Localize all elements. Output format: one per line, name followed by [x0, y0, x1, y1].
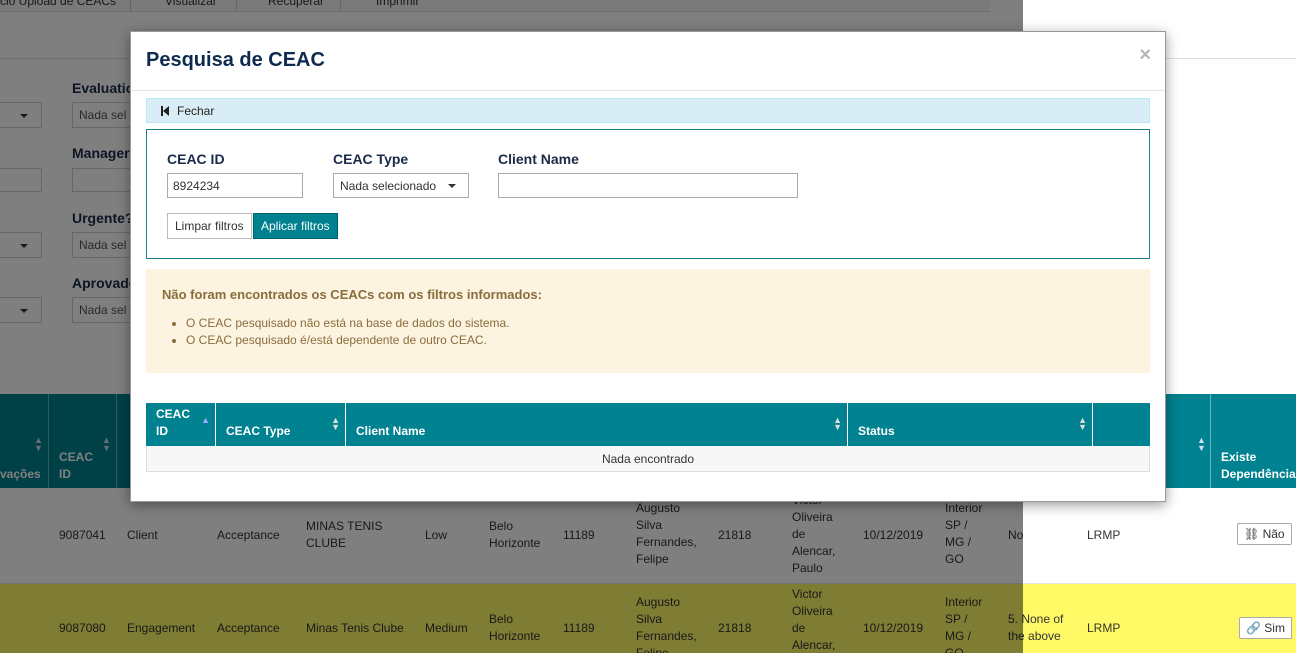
warning-title: Não foram encontrados os CEACs com os fi…	[162, 287, 542, 302]
ceac-type-label: CEAC Type	[333, 151, 409, 167]
dependency-label: Sim	[1264, 621, 1285, 635]
th-label: CEAC ID	[156, 407, 191, 438]
cell-team: LRMP	[1087, 528, 1121, 542]
sort-icon: ▲▼	[331, 415, 340, 432]
fechar-button[interactable]: Fechar	[146, 98, 1150, 123]
results-table: CEAC ID ▲ CEAC Type ▲ ▼ Client Name ▲ ▼ St…	[146, 403, 1150, 472]
unlink-icon: ⛓	[1244, 527, 1260, 541]
warning-item: O CEAC pesquisado é/está dependente de o…	[186, 332, 510, 349]
sort-icon: ▲▼	[1197, 435, 1206, 453]
chevron-down-icon	[448, 184, 456, 188]
sort-icon: ▲▼	[833, 415, 842, 432]
apply-filters-button[interactable]: Aplicar filtros	[253, 213, 338, 239]
warning-alert: Não foram encontrados os CEACs com os fi…	[146, 269, 1150, 373]
empty-results-row: Nada encontrado	[146, 446, 1150, 472]
ceac-id-label: CEAC ID	[167, 151, 225, 167]
th-ceac-id[interactable]: CEAC ID ▲	[146, 403, 216, 446]
th-label: Status	[858, 424, 895, 438]
dependency-button[interactable]: ⛓ Não	[1237, 523, 1292, 545]
warning-item: O CEAC pesquisado não está na base de da…	[186, 315, 510, 332]
clear-filters-button[interactable]: Limpar filtros	[167, 213, 252, 239]
results-table-header: CEAC ID ▲ CEAC Type ▲ ▼ Client Name ▲ ▼ St…	[146, 403, 1150, 446]
ceac-id-input[interactable]	[167, 173, 303, 198]
fechar-label: Fechar	[177, 104, 215, 118]
ceac-type-select[interactable]: Nada selecionado	[333, 173, 469, 198]
sort-asc-icon: ▲	[201, 415, 210, 425]
filter-panel: CEAC ID CEAC Type Nada selecionado Clien…	[146, 129, 1150, 259]
cell-team: LRMP	[1087, 621, 1121, 635]
th-label: Client Name	[356, 424, 426, 438]
th-ceac-type[interactable]: CEAC Type ▲ ▼	[216, 403, 346, 446]
dependency-button[interactable]: 🔗 Sim	[1239, 617, 1292, 639]
modal-divider	[131, 90, 1165, 91]
search-ceac-modal: Pesquisa de CEAC × Fechar CEAC ID CEAC T…	[130, 31, 1166, 502]
close-icon[interactable]: ×	[1139, 44, 1151, 67]
th-client-name[interactable]: Client Name ▲ ▼	[346, 403, 848, 446]
bg-th-existe-dependencia[interactable]: Existe Dependência	[1221, 449, 1296, 483]
th-status[interactable]: Status ▲ ▼	[848, 403, 1093, 446]
th-label: CEAC Type	[226, 424, 291, 438]
th-actions	[1093, 403, 1150, 446]
warning-list: O CEAC pesquisado não está na base de da…	[186, 315, 510, 349]
sort-icon: ▲▼	[1078, 415, 1087, 432]
ceac-type-selected: Nada selecionado	[340, 179, 437, 193]
client-name-label: Client Name	[498, 151, 579, 167]
modal-title: Pesquisa de CEAC	[146, 49, 325, 71]
dependency-label: Não	[1262, 527, 1285, 541]
client-name-input[interactable]	[498, 173, 798, 198]
step-backward-icon	[161, 106, 169, 116]
link-icon: 🔗	[1246, 621, 1261, 635]
